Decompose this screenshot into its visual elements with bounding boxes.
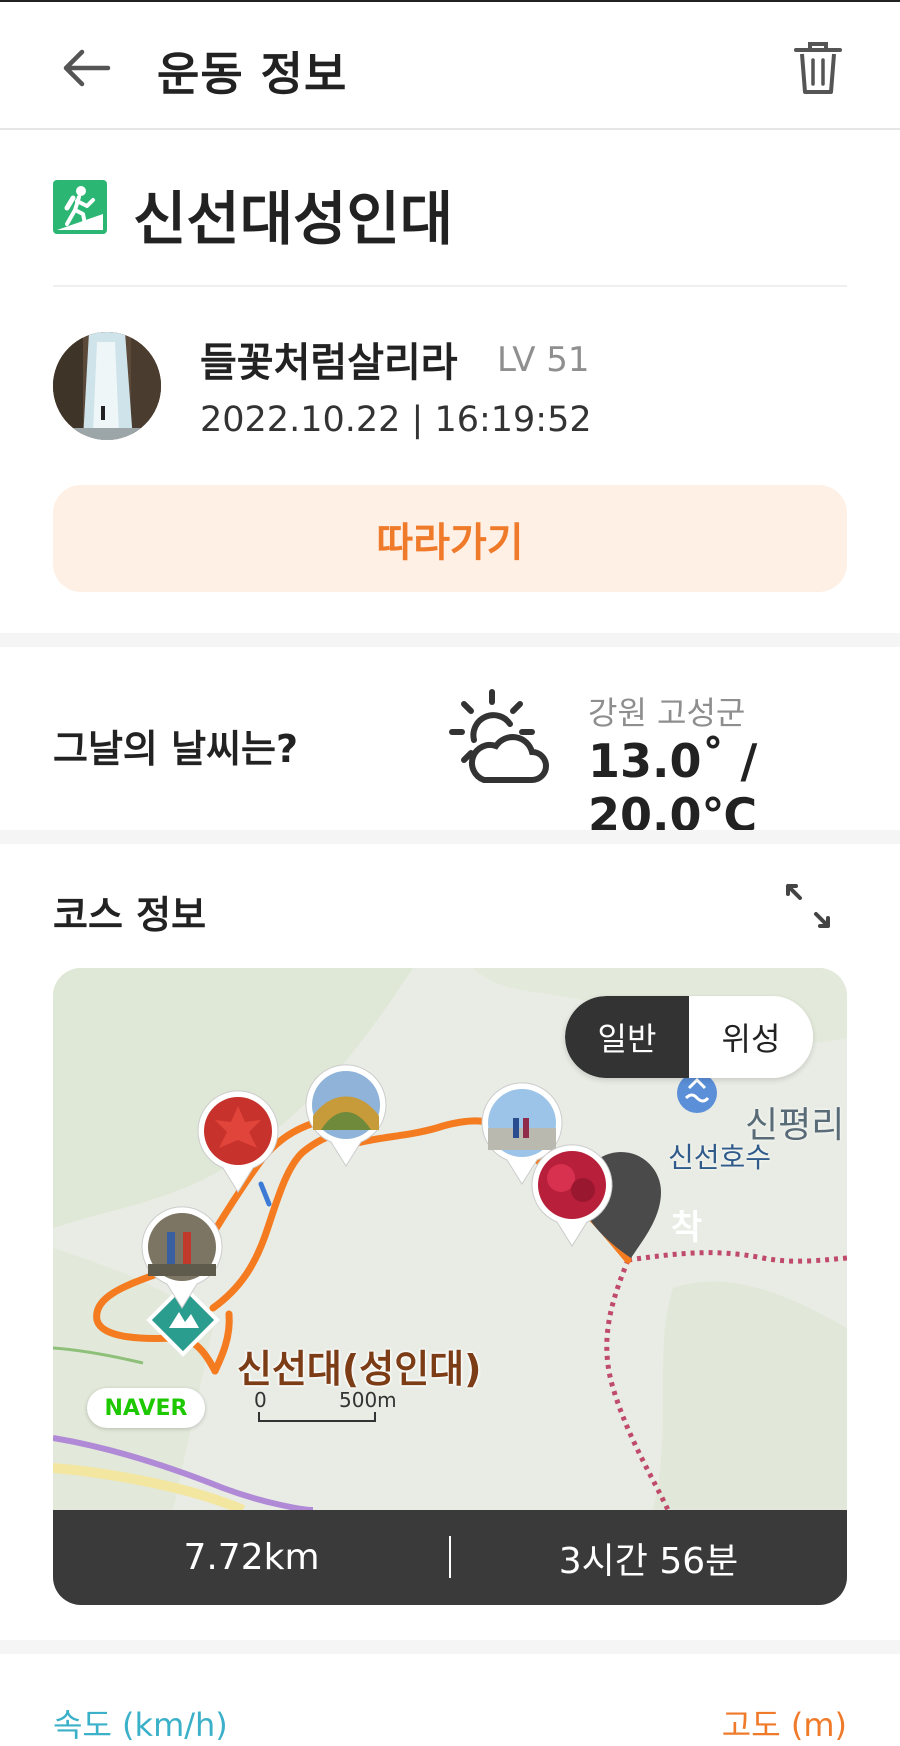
user-name[interactable]: 들꽃처럼살리라	[200, 330, 458, 388]
map-type-satellite[interactable]: 위성	[689, 996, 813, 1078]
course-distance: 7.72km	[183, 1537, 320, 1578]
map-type-normal[interactable]: 일반	[565, 996, 689, 1078]
map-scale-start: 0	[254, 1388, 267, 1412]
activity-title: 신선대성인대	[133, 185, 454, 253]
course-map[interactable]: 신선대(성인대) 신평리 신선호수 착 NAVER 0 500m 일반 위성 7…	[53, 968, 847, 1605]
map-summit-label: 신선대(성인대)	[237, 1347, 482, 1391]
hiking-icon	[53, 180, 107, 234]
map-scale-end: 500m	[339, 1388, 397, 1412]
user-level: LV 51	[497, 340, 590, 380]
photo-pin[interactable]	[301, 1060, 391, 1170]
activity-datetime: 2022.10.22 | 16:19:52	[200, 400, 592, 440]
course-duration: 3시간 56분	[558, 1540, 739, 1582]
course-stats-bar: 7.72km 3시간 56분	[53, 1510, 847, 1605]
trash-icon	[794, 42, 842, 94]
expand-icon	[786, 884, 830, 928]
activity-title-row: 신선대성인대	[53, 168, 853, 258]
section-divider	[0, 633, 900, 647]
map-finish-label: 착	[671, 1208, 703, 1248]
photo-pin[interactable]	[137, 1202, 227, 1312]
photo-pin[interactable]	[193, 1086, 283, 1196]
naver-logo: NAVER	[87, 1388, 205, 1428]
back-button[interactable]	[58, 40, 118, 96]
arrow-left-icon	[63, 49, 111, 87]
avatar-image	[53, 332, 161, 440]
partly-cloudy-icon	[449, 689, 549, 783]
map-scale-bar	[258, 1412, 376, 1422]
photo-pin[interactable]	[527, 1140, 617, 1250]
delete-button[interactable]	[790, 38, 846, 98]
map-type-toggle[interactable]: 일반 위성	[565, 996, 813, 1078]
divider	[53, 285, 847, 287]
expand-map-button[interactable]	[782, 880, 834, 932]
weather-temperature: 13.0˚ / 20.0℃	[588, 734, 758, 842]
section-divider	[0, 1640, 900, 1654]
altitude-legend: 고도 (m)	[721, 1706, 847, 1744]
section-divider	[0, 830, 900, 844]
page-title: 운동 정보	[157, 47, 348, 101]
speed-legend: 속도 (km/h)	[53, 1706, 228, 1744]
map-lake-label: 신선호수	[668, 1141, 772, 1174]
follow-button[interactable]: 따라가기	[53, 485, 847, 592]
avatar[interactable]	[53, 332, 161, 440]
weather-region: 강원 고성군	[588, 694, 746, 732]
course-heading: 코스 정보	[53, 893, 207, 937]
weather-question: 그날의 날씨는?	[53, 727, 299, 771]
app-bar: 운동 정보	[0, 0, 900, 130]
